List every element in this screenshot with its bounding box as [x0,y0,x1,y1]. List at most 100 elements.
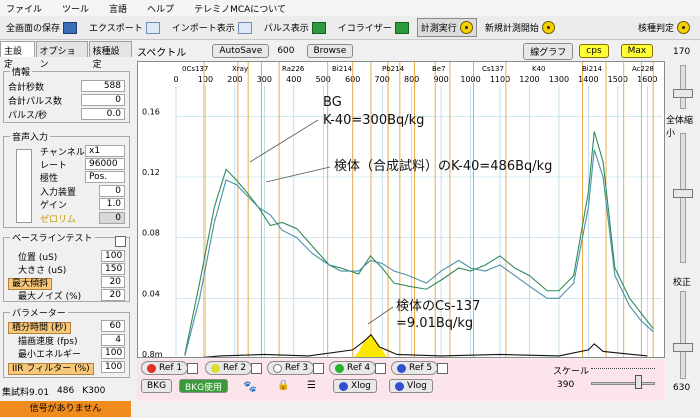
nuclide-button[interactable]: 核種判定 [634,18,694,37]
xlog-dot-icon [339,381,348,391]
polarity-value[interactable]: Pos. [85,171,125,183]
nuclide-label: Xray [232,65,248,73]
draw-label: 描画速度 (fps) [18,336,78,347]
menu-about[interactable]: テレミノMCAについて [194,2,286,15]
top-slider-knob[interactable] [673,89,693,98]
x-tick-label: 900 [433,75,448,84]
ref1-button[interactable]: Ref 1 [141,361,189,375]
ref1-checkbox[interactable] [187,363,198,374]
vlog-button[interactable]: Vlog [389,379,433,393]
autosave-value[interactable]: 600 [277,46,294,56]
ref4-dot-icon [335,363,344,373]
vlog-label: Vlog [407,381,427,391]
nuclide-label: K40 [532,65,546,73]
tab-nuclide[interactable]: 核種設定 [88,41,132,70]
ref3-checkbox[interactable] [313,363,324,374]
polarity-label: 極性 [40,173,59,184]
pulse-button[interactable]: パルス表示 [260,18,330,37]
ref4-checkbox[interactable] [375,363,386,374]
lock-icon[interactable]: 🔒 [277,380,289,391]
x-tick-label: 800 [404,75,419,84]
import-label: インポート表示 [171,24,235,34]
equalizer-button[interactable]: イコライザー [334,18,413,37]
params-title: パラメーター [10,306,68,319]
radiation-icon [459,21,473,34]
total-sec-label: 合計秒数 [8,82,45,93]
equalizer-label: イコライザー [337,24,392,34]
tab-bar: 主設定 オプション 核種設定 [0,41,133,70]
gain-value[interactable]: 1.0 [99,198,125,210]
import-button[interactable]: インポート表示 [168,18,256,37]
menu-tools[interactable]: ツール [62,2,89,15]
bottom-value: 630 [673,383,691,393]
new-measure-button[interactable]: 新規計測開始 [481,18,559,37]
pulse-per-sec-value: 0.0 [81,108,125,120]
save-all-button[interactable]: 全画面の保存 [2,18,81,37]
menu-file[interactable]: ファイル [6,2,42,15]
cps-button[interactable]: cps [579,44,609,58]
iir-button[interactable]: IIR フィルター (%) [8,362,94,375]
size-value[interactable]: 150 [101,263,125,275]
annotation-pointer [249,119,319,163]
zoom-slider-track[interactable] [680,133,686,263]
ref2-checkbox[interactable] [251,363,262,374]
x-tick-label: 700 [375,75,390,84]
tab-main[interactable]: 主設定 [0,41,35,70]
browse-button[interactable]: Browse [306,44,354,58]
draw-value[interactable]: 4 [101,334,125,346]
max-slope-value[interactable]: 20 [101,276,125,288]
menu-help[interactable]: ヘルプ [147,2,174,15]
ref1-label: Ref 1 [159,363,183,373]
zero-value[interactable]: 0 [99,212,125,224]
export-label: エクスポート [89,24,143,34]
integ-button[interactable]: 積分時間 (秒) [8,321,71,334]
ref4-button[interactable]: Ref 4 [329,361,377,375]
zoom-slider-knob[interactable] [673,189,693,198]
x-tick-label: 1000 [460,75,480,84]
x-tick-label: 1600 [637,75,657,84]
iir-value[interactable]: 100 [101,361,125,373]
y-tick-label: 0.04 [142,289,160,298]
measure-button[interactable]: 計測実行 [416,18,477,37]
max-noise-label: 最大ノイズ (%) [18,291,82,302]
channel-value[interactable]: x1 [85,145,125,157]
tab-options[interactable]: オプション [35,41,88,70]
bkg-label: BKG [147,381,167,391]
calib-slider-track[interactable] [680,291,686,379]
ref3-button[interactable]: Ref 3 [267,361,315,375]
max-button[interactable]: Max [620,44,654,58]
bkg-button[interactable]: BKG [141,379,173,393]
y-tick-label: 0.8m [142,350,163,358]
paw-icon[interactable]: 🐾 [243,380,257,393]
document-icon [237,21,252,34]
bkg-use-label: BKG使用 [185,382,223,393]
xlog-button[interactable]: Xlog [333,379,377,393]
spectrum-chart: 0 100 200 300 400 500 600 700 800 900 1000 1100 1200… [142,62,662,358]
scale-slider-knob[interactable] [635,375,642,389]
menu-language[interactable]: 言語 [109,2,127,15]
bkg-use-button[interactable]: BKG使用 [179,379,229,393]
ref5-checkbox[interactable] [437,363,448,374]
calib-slider-knob[interactable] [673,343,693,352]
min-energy-value[interactable]: 100 [101,347,125,359]
pos-value[interactable]: 100 [101,250,125,262]
top-slider-track[interactable] [680,65,686,109]
baseline-checkbox[interactable] [115,236,126,247]
spectrum-plot[interactable]: 0 100 200 300 400 500 600 700 800 900 1000 1100 1200… [137,61,665,358]
status-bar: 信号がありません [0,401,131,417]
device-value[interactable]: 0 [99,185,125,197]
rate-value[interactable]: 96000 [85,158,125,170]
autosave-button[interactable]: AutoSave [212,44,270,58]
ref5-button[interactable]: Ref 5 [391,361,439,375]
max-noise-value[interactable]: 20 [101,289,125,301]
list-icon[interactable]: ☰ [307,380,316,391]
integ-value[interactable]: 60 [101,320,125,332]
export-button[interactable]: エクスポート [85,18,164,37]
baseline-title: ベースラインテスト [10,231,95,244]
linegraph-button[interactable]: 線グラフ [523,42,574,60]
ref2-button[interactable]: Ref 2 [205,361,253,375]
min-energy-label: 最小エネルギー [18,349,82,360]
scale-slider-track[interactable] [591,382,655,385]
params-group: パラメーター 積分時間 (秒) 60 描画速度 (fps) 4 最小エネルギー 100… [3,306,130,378]
ref4-label: Ref 4 [347,363,371,373]
